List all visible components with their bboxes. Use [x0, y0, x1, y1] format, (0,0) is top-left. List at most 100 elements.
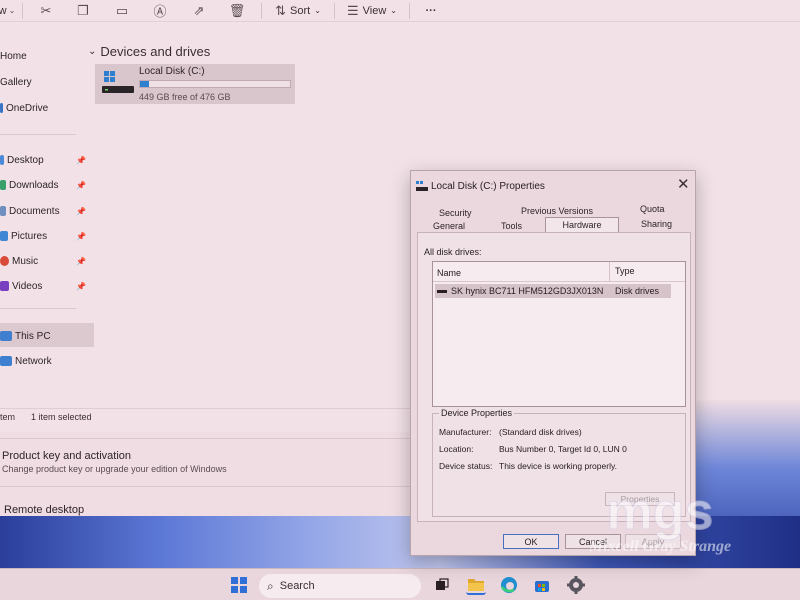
dialog-titlebar[interactable]: Local Disk (C:) Properties ✕ [411, 171, 695, 199]
drive-usage-fill [140, 81, 149, 87]
tab-quota[interactable]: Quota [640, 204, 665, 214]
apply-button[interactable]: Apply [625, 534, 681, 549]
sort-icon: ⇅ [275, 2, 286, 18]
nav-item-downloads[interactable]: Downloads 📌 [0, 175, 86, 195]
remote-desktop-link[interactable]: Remote desktop [4, 504, 84, 516]
video-icon [0, 281, 9, 291]
copy-button[interactable]: ❐ [63, 0, 103, 22]
windows-logo-icon [231, 577, 238, 584]
tab-previous-versions[interactable]: Previous Versions [521, 206, 593, 216]
music-icon [0, 256, 9, 266]
network-icon [0, 356, 12, 366]
nav-this-pc-label: This PC [15, 330, 51, 342]
status-item-count: tem [0, 411, 16, 422]
store-icon[interactable] [532, 575, 552, 595]
scissors-icon: ✂ [40, 2, 52, 18]
properties-dialog: Local Disk (C:) Properties ✕ Security Pr… [410, 170, 696, 556]
sort-label: Sort [290, 4, 311, 17]
settings-gear-icon[interactable] [566, 575, 586, 595]
nav-documents-label: Documents [9, 205, 60, 217]
download-icon [0, 180, 6, 190]
tab-sharing[interactable]: Sharing [641, 219, 672, 229]
view-button[interactable]: ☰ View ⌄ [341, 0, 403, 22]
nav-item-desktop[interactable]: Desktop 📌 [0, 150, 86, 170]
disk-name: SK hynix BC711 HFM512GD3JX013N [451, 286, 604, 296]
chevron-down-icon: ⌄ [88, 46, 97, 57]
nav-item-home[interactable]: Home [0, 46, 27, 66]
nav-item-gallery[interactable]: Gallery [0, 72, 32, 92]
properties-button[interactable]: Properties [605, 492, 675, 506]
picture-icon [0, 231, 8, 241]
drive-free-space: 449 GB free of 476 GB [139, 92, 231, 102]
search-label: Search [279, 580, 315, 592]
nav-desktop-label: Desktop [7, 154, 44, 166]
file-explorer-icon[interactable] [466, 575, 486, 595]
tab-security[interactable]: Security [439, 208, 472, 218]
device-properties-legend: Device Properties [439, 408, 515, 418]
list-item[interactable]: SK hynix BC711 HFM512GD3JX013N Disk driv… [435, 284, 671, 298]
nav-item-pictures[interactable]: Pictures 📌 [0, 226, 86, 246]
disk-type: Disk drives [615, 286, 660, 296]
nav-gallery-label: Gallery [0, 76, 32, 88]
settings-panel: Product key and activation Change produc… [0, 432, 420, 522]
nav-item-videos[interactable]: Videos 📌 [0, 276, 86, 296]
toolbar-divider [409, 2, 410, 19]
nav-item-this-pc[interactable]: This PC [0, 326, 51, 346]
column-header-type[interactable]: Type [615, 266, 635, 276]
computer-icon [0, 331, 12, 341]
delete-button[interactable]: 🗑 [219, 0, 255, 22]
edge-icon[interactable] [499, 575, 519, 595]
sort-button[interactable]: ⇅ Sort ⌄ [268, 0, 328, 22]
windows-drive-icon [102, 71, 134, 93]
product-key-subtitle: Change product key or upgrade your editi… [2, 464, 227, 474]
section-header-devices[interactable]: ⌄ Devices and drives [88, 44, 210, 59]
task-view-icon[interactable] [432, 575, 452, 595]
nav-item-onedrive[interactable]: OneDrive [0, 98, 48, 118]
section-title: Devices and drives [100, 44, 211, 59]
hardware-tab-panel: All disk drives: Name Type SK hynix BC71… [417, 232, 691, 522]
disk-list-label: All disk drives: [424, 247, 482, 257]
drive-tile-local-disk[interactable]: Local Disk (C:) 449 GB free of 476 GB [95, 64, 295, 104]
cut-button[interactable]: ✂ [29, 0, 63, 22]
toolbar-divider [334, 2, 335, 19]
new-button[interactable]: w ⌄ [0, 0, 15, 22]
paste-button[interactable]: ▭ [103, 0, 141, 22]
more-icon: ··· [425, 4, 437, 17]
nav-divider [0, 308, 76, 309]
chevron-down-icon: ⌄ [390, 6, 397, 15]
taskbar-search[interactable]: ⌕ Search [259, 574, 421, 598]
nav-network-label: Network [15, 355, 52, 367]
location-label: Location: [439, 444, 474, 454]
nav-item-documents[interactable]: Documents 📌 [0, 201, 86, 221]
column-divider[interactable] [609, 262, 610, 282]
disk-drives-list[interactable]: Name Type SK hynix BC711 HFM512GD3JX013N… [432, 261, 686, 407]
tab-hardware[interactable]: Hardware [545, 217, 619, 233]
nav-home-label: Home [0, 50, 27, 62]
product-key-title[interactable]: Product key and activation [2, 450, 131, 462]
toolbar-divider [261, 2, 262, 19]
desktop-icon [0, 155, 4, 165]
view-label: View [362, 4, 387, 17]
nav-item-music[interactable]: Music 📌 [0, 251, 86, 271]
nav-divider [0, 134, 76, 135]
disk-drive-icon [437, 290, 447, 293]
ok-button[interactable]: OK [503, 534, 559, 549]
tab-general[interactable]: General [433, 221, 465, 231]
start-button[interactable] [228, 574, 250, 596]
nav-onedrive-label: OneDrive [6, 102, 49, 114]
nav-pictures-label: Pictures [11, 230, 48, 242]
document-icon [0, 206, 6, 216]
share-button[interactable]: ⇗ [179, 0, 219, 22]
nav-downloads-label: Downloads [9, 179, 59, 191]
more-button[interactable]: ··· [416, 0, 446, 22]
drive-name: Local Disk (C:) [139, 66, 205, 77]
manufacturer-value: (Standard disk drives) [499, 427, 582, 437]
drive-icon [416, 181, 428, 191]
nav-item-network[interactable]: Network [0, 351, 52, 371]
cancel-button[interactable]: Cancel [565, 534, 621, 549]
close-icon[interactable]: ✕ [677, 175, 690, 193]
device-status-value: This device is working properly. [499, 461, 617, 471]
rename-button[interactable]: Ⓐ [141, 0, 179, 22]
column-header-name[interactable]: Name [437, 268, 461, 278]
tab-tools[interactable]: Tools [501, 221, 522, 231]
